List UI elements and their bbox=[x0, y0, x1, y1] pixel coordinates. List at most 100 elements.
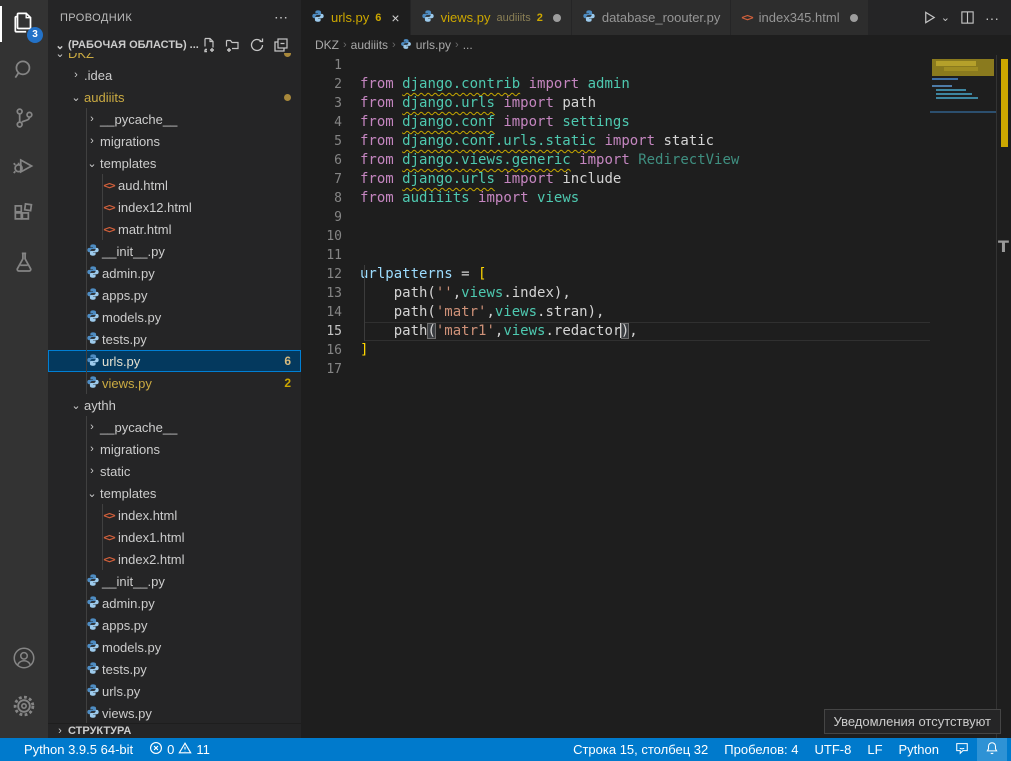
code-line-15[interactable]: 15 path('matr1',views.redactor), bbox=[301, 322, 930, 341]
tree-item-label: DKZ bbox=[68, 53, 94, 61]
run-debug-icon bbox=[11, 153, 37, 184]
code-line-1[interactable]: 1 bbox=[301, 56, 930, 75]
split-editor-button[interactable] bbox=[960, 10, 975, 25]
close-icon[interactable]: × bbox=[391, 10, 399, 26]
code-line-16[interactable]: 16] bbox=[301, 341, 930, 360]
code-text: from django.conf.urls.static import stat… bbox=[360, 132, 714, 151]
code-line-6[interactable]: 6from django.views.generic import Redire… bbox=[301, 151, 930, 170]
activity-account[interactable] bbox=[0, 636, 48, 684]
line-number: 9 bbox=[301, 208, 360, 227]
tree-item-label: __init__.py bbox=[102, 244, 165, 259]
tree-item-label: models.py bbox=[102, 640, 161, 655]
line-number: 6 bbox=[301, 151, 360, 170]
code-line-14[interactable]: 14 path('matr',views.stran), bbox=[301, 303, 930, 322]
tree-item-label: admin.py bbox=[102, 266, 155, 281]
code-editor[interactable]: 12from django.contrib import admin3from … bbox=[301, 55, 1011, 738]
tree-folder-dkz[interactable]: ⌄DKZ bbox=[48, 53, 301, 64]
breadcrumb-symbol[interactable]: ... bbox=[463, 38, 473, 52]
activity-testing[interactable] bbox=[0, 240, 48, 288]
notifications-bell-button[interactable] bbox=[977, 738, 1007, 761]
editor-actions: ⌄ ··· bbox=[922, 0, 1011, 35]
tree-item-label: apps.py bbox=[102, 618, 148, 633]
new-file-icon[interactable] bbox=[201, 37, 217, 53]
code-line-11[interactable]: 11 bbox=[301, 246, 930, 265]
activity-run-debug[interactable] bbox=[0, 144, 48, 192]
workspace-section-header[interactable]: ⌄ (РАБОЧАЯ ОБЛАСТЬ) ... bbox=[48, 35, 301, 55]
outline-section-header[interactable]: › СТРУКТУРА bbox=[48, 723, 301, 738]
tab-views-py[interactable]: views.pyaudiiits2 bbox=[411, 0, 572, 35]
breadcrumb-folder[interactable]: audiiits bbox=[351, 38, 388, 52]
indentation-status[interactable]: Пробелов: 4 bbox=[716, 738, 806, 761]
encoding-status[interactable]: UTF-8 bbox=[807, 738, 860, 761]
tree-item-label: index2.html bbox=[118, 552, 184, 567]
code-line-7[interactable]: 7from django.urls import include bbox=[301, 170, 930, 189]
code-line-4[interactable]: 4from django.conf import settings bbox=[301, 113, 930, 132]
tree-item-label: .idea bbox=[84, 68, 112, 83]
python-file-icon bbox=[311, 9, 325, 26]
code-text: ] bbox=[360, 341, 368, 360]
tree-item-label: urls.py bbox=[102, 354, 140, 369]
tree-folder-audiiits[interactable]: ⌄audiiits bbox=[48, 86, 301, 108]
tree-item-label: admin.py bbox=[102, 596, 155, 611]
tab-label: views.py bbox=[441, 10, 491, 25]
tree-item-label: index12.html bbox=[118, 200, 192, 215]
editor-group: urls.py6×views.pyaudiiits2database_roout… bbox=[301, 0, 1011, 738]
tree-item-label: audiiits bbox=[84, 90, 124, 105]
breadcrumb-file[interactable]: urls.py bbox=[416, 38, 451, 52]
code-line-2[interactable]: 2from django.contrib import admin bbox=[301, 75, 930, 94]
code-line-8[interactable]: 8from audiiits import views bbox=[301, 189, 930, 208]
breadcrumb[interactable]: DKZ › audiiits › urls.py › ... bbox=[301, 35, 1011, 55]
breadcrumb-project[interactable]: DKZ bbox=[315, 38, 339, 52]
code-line-3[interactable]: 3from django.urls import path bbox=[301, 94, 930, 113]
line-number: 7 bbox=[301, 170, 360, 189]
code-line-9[interactable]: 9 bbox=[301, 208, 930, 227]
tree-item-label: migrations bbox=[100, 134, 160, 149]
language-mode-status[interactable]: Python bbox=[891, 738, 947, 761]
code-line-5[interactable]: 5from django.conf.urls.static import sta… bbox=[301, 132, 930, 151]
line-number: 5 bbox=[301, 132, 360, 151]
run-dropdown-chevron-icon[interactable]: ⌄ bbox=[941, 11, 950, 24]
chevron-down-icon: ⌄ bbox=[68, 399, 84, 412]
beaker-icon bbox=[11, 249, 37, 280]
tree-folder--idea[interactable]: ›.idea bbox=[48, 64, 301, 86]
code-line-10[interactable]: 10 bbox=[301, 227, 930, 246]
code-line-17[interactable]: 17 bbox=[301, 360, 930, 379]
workspace-section-label: (РАБОЧАЯ ОБЛАСТЬ) ... bbox=[68, 39, 199, 51]
python-interpreter-status[interactable]: Python 3.9.5 64-bit bbox=[16, 738, 141, 761]
gear-icon bbox=[11, 693, 37, 724]
activity-settings[interactable] bbox=[0, 684, 48, 732]
code-line-12[interactable]: 12urlpatterns = [ bbox=[301, 265, 930, 284]
modified-dot bbox=[284, 53, 291, 57]
outline-section-label: СТРУКТУРА bbox=[68, 725, 131, 737]
minimap[interactable] bbox=[930, 55, 997, 738]
eol-status[interactable]: LF bbox=[859, 738, 890, 761]
tree-item-label: views.py bbox=[102, 376, 152, 391]
line-number: 12 bbox=[301, 265, 360, 284]
more-actions-button[interactable]: ··· bbox=[985, 10, 999, 26]
feedback-button[interactable] bbox=[947, 738, 977, 761]
new-folder-icon[interactable] bbox=[225, 37, 241, 53]
code-line-13[interactable]: 13 path('',views.index), bbox=[301, 284, 930, 303]
activity-source-control[interactable] bbox=[0, 96, 48, 144]
chevron-right-icon: › bbox=[52, 725, 68, 737]
tab-database-roouter-py[interactable]: database_roouter.py bbox=[572, 0, 732, 35]
sidebar-more-actions[interactable]: ⋯ bbox=[274, 9, 289, 26]
tree-item-label: __init__.py bbox=[102, 574, 165, 589]
run-button[interactable] bbox=[922, 10, 937, 25]
code-text: from django.urls import include bbox=[360, 170, 621, 189]
refresh-icon[interactable] bbox=[249, 37, 265, 53]
tab-index345-html[interactable]: <>index345.html bbox=[731, 0, 868, 35]
cursor-position-status[interactable]: Строка 15, столбец 32 bbox=[565, 738, 716, 761]
chevron-down-icon: ⌄ bbox=[52, 39, 68, 52]
tree-folder-aythh[interactable]: ⌄aythh bbox=[48, 394, 301, 416]
tree-item-label: views.py bbox=[102, 706, 152, 721]
problems-status[interactable]: 0 11 bbox=[141, 738, 218, 761]
warning-count: 11 bbox=[196, 742, 210, 757]
code-text: from django.views.generic import Redirec… bbox=[360, 151, 739, 170]
file-tree: ⌄DKZ›.idea⌄audiiits›__pycache__›migratio… bbox=[48, 53, 301, 723]
activity-explorer[interactable]: 3 bbox=[0, 0, 48, 48]
tab-urls-py[interactable]: urls.py6× bbox=[301, 0, 411, 35]
activity-search[interactable] bbox=[0, 48, 48, 96]
activity-extensions[interactable] bbox=[0, 192, 48, 240]
collapse-all-icon[interactable] bbox=[273, 37, 289, 53]
